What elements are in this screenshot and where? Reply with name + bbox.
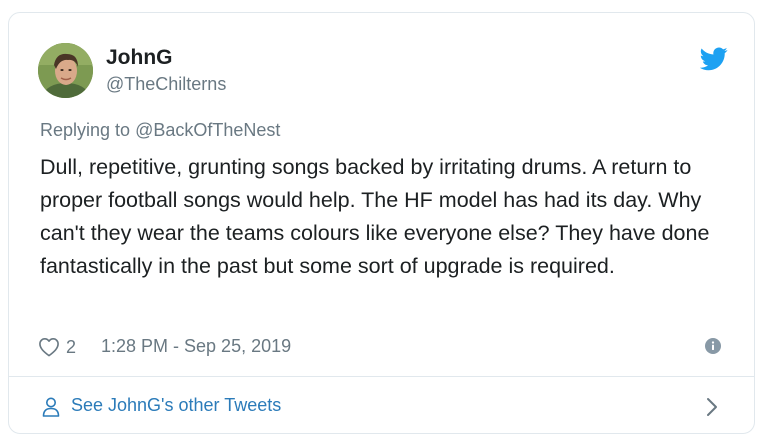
info-circle-icon[interactable] — [705, 338, 721, 354]
author-display-name[interactable]: JohnG — [106, 45, 226, 71]
tweet-card: JohnG @TheChilterns Replying to @BackOfT… — [8, 12, 755, 434]
author-names: JohnG @TheChilterns — [106, 45, 226, 96]
twitter-bird-icon[interactable] — [700, 47, 728, 71]
avatar[interactable] — [38, 43, 93, 98]
chevron-right-icon — [707, 398, 717, 416]
see-other-tweets-link[interactable]: See JohnG's other Tweets — [9, 377, 754, 433]
reply-mention-link[interactable]: @BackOfTheNest — [135, 120, 280, 140]
author-handle[interactable]: @TheChilterns — [106, 72, 226, 96]
tweet-text: Dull, repetitive, grunting songs backed … — [40, 155, 710, 278]
like-count: 2 — [66, 336, 77, 357]
heart-outline-icon — [39, 338, 59, 357]
reply-prefix: Replying to — [40, 120, 136, 140]
tweet-timestamp[interactable]: 1:28 PM - Sep 25, 2019 — [101, 336, 291, 357]
like-button[interactable]: 2 — [38, 335, 76, 359]
user-outline-icon — [42, 397, 60, 417]
reply-context: Replying to @BackOfTheNest — [40, 120, 280, 141]
tweet-meta: 2 1:28 PM - Sep 25, 2019 — [38, 333, 724, 361]
tweet-header: JohnG @TheChilterns — [38, 43, 728, 103]
see-other-tweets-label: See JohnG's other Tweets — [71, 395, 282, 415]
